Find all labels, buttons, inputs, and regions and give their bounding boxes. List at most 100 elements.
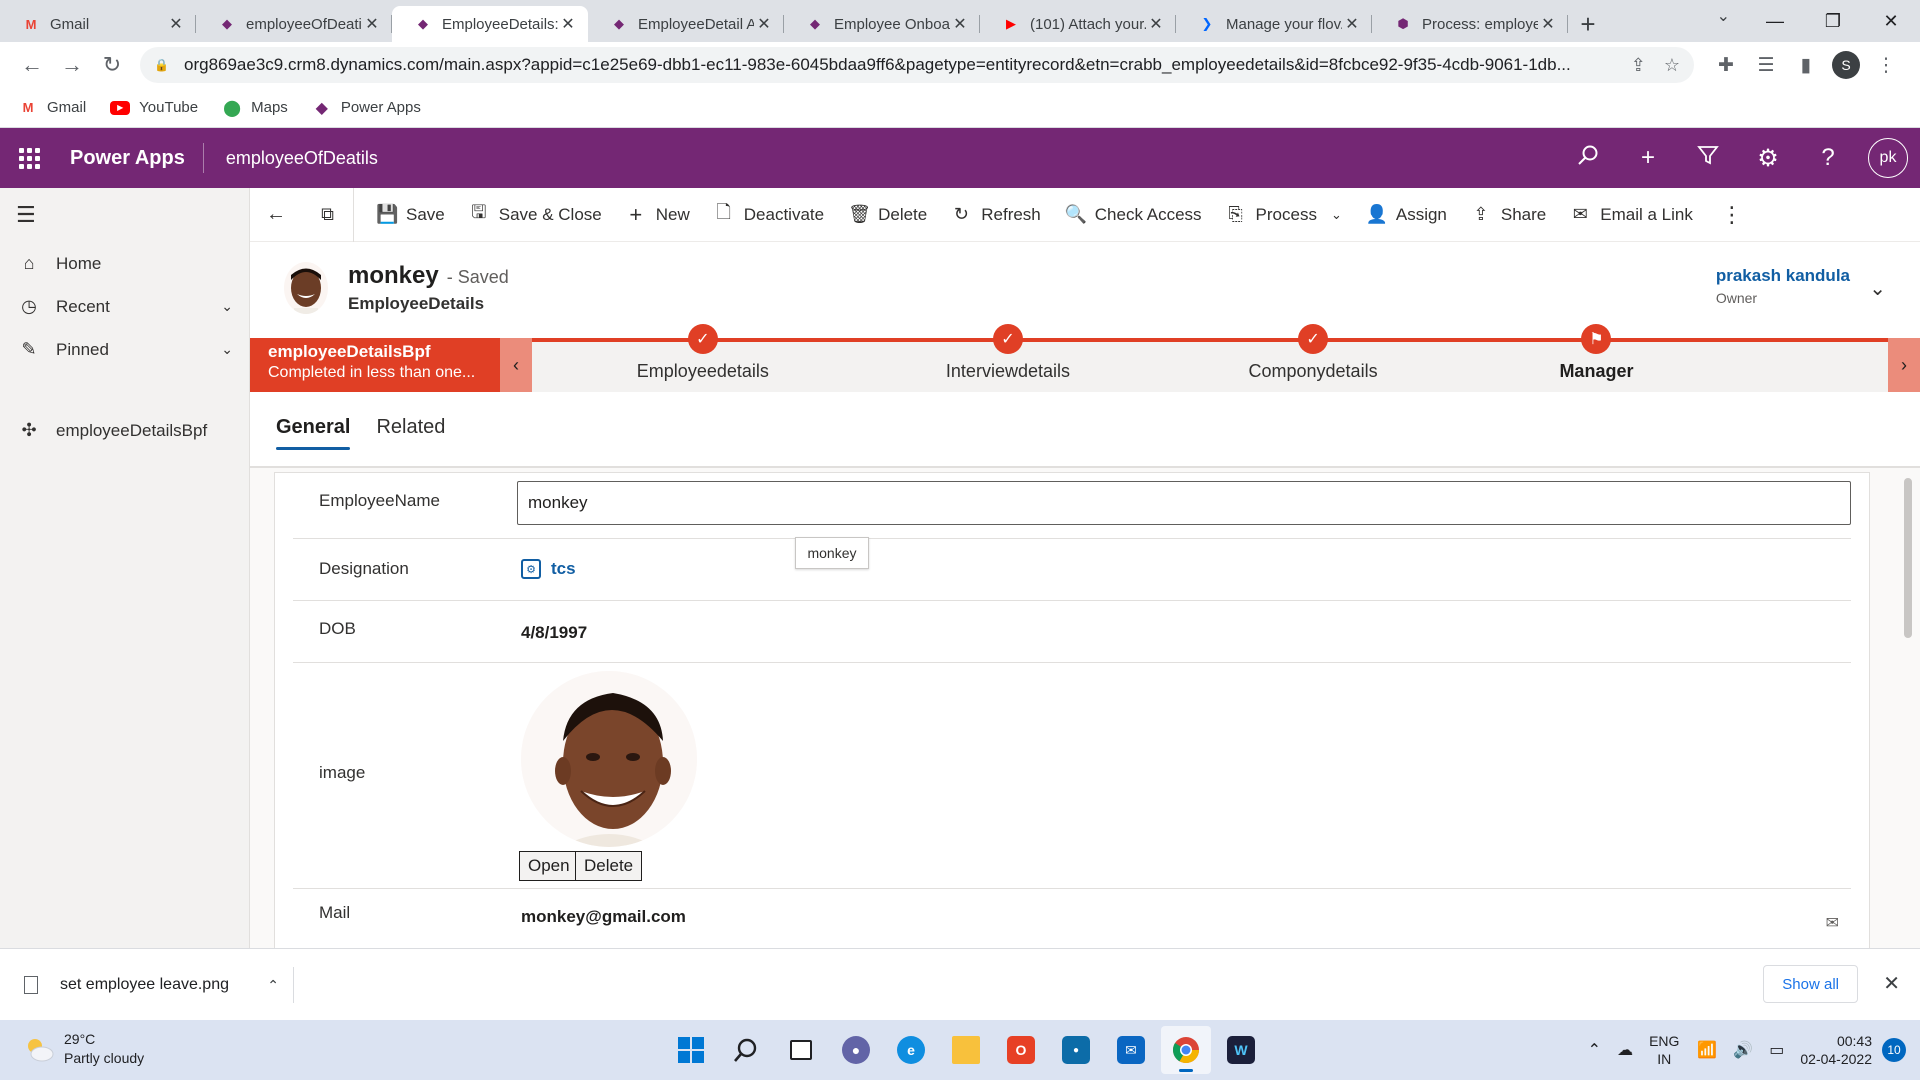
image-open-button[interactable]: Open: [519, 851, 579, 881]
dell-icon[interactable]: ●: [1051, 1026, 1101, 1074]
refresh-button[interactable]: ↻ Refresh: [939, 188, 1053, 242]
tab-general[interactable]: General: [276, 392, 351, 450]
lock-icon[interactable]: 🔒: [154, 58, 169, 72]
user-avatar[interactable]: pk: [1868, 138, 1908, 178]
weather-widget[interactable]: 29°C Partly cloudy: [24, 1030, 144, 1068]
browser-tab[interactable]: ⬢ Process: employe...✕: [1372, 6, 1568, 42]
bookmark-youtube[interactable]: ▶ YouTube: [110, 99, 198, 116]
bpf-stage-employeedetails[interactable]: ✓ Employeedetails: [583, 324, 823, 382]
close-tab-icon[interactable]: ✕: [362, 14, 382, 34]
app-name[interactable]: employeeOfDeatils: [204, 148, 378, 169]
close-tab-icon[interactable]: ✕: [558, 14, 578, 34]
browser-tab[interactable]: ❯ Manage your flov... ✕: [1176, 6, 1372, 42]
hamburger-menu-icon[interactable]: ☰: [0, 188, 249, 242]
browser-tab[interactable]: ◆ EmployeeDetails: ...✕: [392, 6, 588, 42]
browser-menu-icon[interactable]: ⋮: [1866, 54, 1906, 77]
settings-gear-icon[interactable]: ⚙: [1738, 144, 1798, 173]
image-delete-button[interactable]: Delete: [575, 851, 643, 881]
delete-button[interactable]: 🗑 Delete: [836, 188, 939, 242]
volume-icon[interactable]: 🔊: [1733, 1040, 1753, 1060]
close-tab-icon[interactable]: ✕: [1146, 14, 1166, 34]
share-page-icon[interactable]: ⇪: [1631, 55, 1646, 76]
add-icon[interactable]: +: [1618, 144, 1678, 172]
restore-icon[interactable]: ❐: [1804, 0, 1862, 42]
onedrive-cloud-icon[interactable]: ☁: [1617, 1040, 1633, 1060]
tab-related[interactable]: Related: [376, 392, 445, 450]
mail-value[interactable]: monkey@gmail.com: [521, 907, 686, 927]
url-text[interactable]: org869ae3c9.crm8.dynamics.com/main.aspx?…: [184, 55, 1613, 75]
dob-value[interactable]: 4/8/1997: [521, 623, 587, 643]
bookmark-star-icon[interactable]: ☆: [1664, 55, 1680, 76]
chevron-up-icon[interactable]: ⌃: [267, 977, 279, 994]
bookmark-maps[interactable]: ⬤ Maps: [222, 99, 288, 117]
battery-icon[interactable]: ▭: [1769, 1040, 1784, 1060]
chrome-icon[interactable]: [1161, 1026, 1211, 1074]
more-commands-icon[interactable]: ⋮: [1705, 202, 1759, 228]
tab-search-icon[interactable]: ⌄: [1717, 6, 1730, 26]
show-hidden-icons-chevron[interactable]: ⌃: [1588, 1040, 1601, 1060]
owner-link[interactable]: prakash kandula: [1716, 266, 1850, 286]
close-tab-icon[interactable]: ✕: [1342, 14, 1362, 34]
notification-badge[interactable]: 10: [1882, 1038, 1906, 1062]
bpf-active-process[interactable]: employeeDetailsBpf Completed in less tha…: [250, 338, 500, 392]
browser-tab[interactable]: ▶ (101) Attach your... ✕: [980, 6, 1176, 42]
office-icon[interactable]: O: [996, 1026, 1046, 1074]
task-view-icon[interactable]: [776, 1026, 826, 1074]
bpf-next-stage-icon[interactable]: ›: [1888, 338, 1920, 392]
filter-icon[interactable]: [1678, 144, 1738, 173]
bpf-stage-manager[interactable]: ⚑ Manager: [1476, 324, 1716, 382]
edge-icon[interactable]: e: [886, 1026, 936, 1074]
open-new-window-icon[interactable]: ⧉: [302, 187, 354, 242]
chevron-down-icon[interactable]: ⌄: [1331, 207, 1342, 223]
employee-name-input[interactable]: [517, 481, 1851, 525]
bpf-stage-componydetails[interactable]: ✓ Componydetails: [1193, 324, 1433, 382]
forward-icon[interactable]: →: [52, 45, 92, 85]
bpf-previous-stage-icon[interactable]: ‹: [500, 338, 532, 392]
start-button[interactable]: [666, 1026, 716, 1074]
close-tab-icon[interactable]: ✕: [166, 14, 186, 34]
form-scrollbar[interactable]: [1904, 478, 1912, 638]
bookmark-power-apps[interactable]: ◆ Power Apps: [312, 99, 421, 117]
reload-icon[interactable]: ↻: [92, 45, 132, 85]
profile-avatar[interactable]: S: [1832, 51, 1860, 79]
close-icon[interactable]: ✕: [1883, 971, 1900, 996]
minimize-icon[interactable]: —: [1746, 0, 1804, 42]
address-bar[interactable]: 🔒 org869ae3c9.crm8.dynamics.com/main.asp…: [140, 47, 1694, 83]
browser-tab[interactable]: ◆ EmployeeDetail A...✕: [588, 6, 784, 42]
email-link-button[interactable]: ✉ Email a Link: [1558, 188, 1705, 242]
mail-app-icon[interactable]: ✉: [1106, 1026, 1156, 1074]
close-tab-icon[interactable]: ✕: [950, 14, 970, 34]
browser-tab[interactable]: ◆ employeeOfDeatils ✕: [196, 6, 392, 42]
browser-tab[interactable]: ◆ Employee Onboa... ✕: [784, 6, 980, 42]
nav-item-pinned[interactable]: ✎ Pinned ⌄: [0, 328, 249, 371]
file-explorer-icon[interactable]: [941, 1026, 991, 1074]
browser-tab[interactable]: M Gmail ✕: [0, 6, 196, 42]
deactivate-button[interactable]: 🗋 Deactivate: [702, 188, 836, 242]
share-button[interactable]: ⇪ Share: [1459, 188, 1558, 242]
audio-app-icon[interactable]: W: [1216, 1026, 1266, 1074]
chevron-down-icon[interactable]: ⌄: [221, 298, 233, 315]
chevron-down-icon[interactable]: ⌄: [1869, 276, 1886, 301]
close-tab-icon[interactable]: ✕: [1538, 14, 1558, 34]
reading-list-icon[interactable]: ☰: [1746, 54, 1786, 77]
designation-lookup-link[interactable]: ⚙ tcs: [521, 559, 576, 579]
help-icon[interactable]: ?: [1798, 144, 1858, 172]
new-tab-button[interactable]: +: [1568, 6, 1608, 42]
back-arrow-icon[interactable]: ←: [250, 188, 302, 242]
app-launcher-icon[interactable]: [0, 147, 58, 169]
process-button[interactable]: ⎘ Process ⌄: [1214, 188, 1354, 242]
bookmark-gmail[interactable]: M Gmail: [18, 99, 87, 116]
system-clock[interactable]: 00:43 02-04-2022: [1800, 1032, 1872, 1068]
send-email-icon[interactable]: ✉: [1826, 913, 1839, 933]
teams-chat-icon[interactable]: ●: [831, 1026, 881, 1074]
assign-button[interactable]: 👤 Assign: [1354, 188, 1459, 242]
nav-item-recent[interactable]: ◷ Recent ⌄: [0, 285, 249, 328]
nav-item-home[interactable]: ⌂ Home: [0, 242, 249, 285]
nav-item-employee-details-bpf[interactable]: ✣ employeeDetailsBpf: [0, 409, 249, 452]
bpf-stage-interviewdetails[interactable]: ✓ Interviewdetails: [888, 324, 1128, 382]
search-icon[interactable]: [1558, 144, 1618, 173]
save-button[interactable]: 💾 Save: [364, 188, 457, 242]
chevron-down-icon[interactable]: ⌄: [221, 341, 233, 358]
close-tab-icon[interactable]: ✕: [754, 14, 774, 34]
language-indicator[interactable]: ENG IN: [1649, 1032, 1679, 1068]
